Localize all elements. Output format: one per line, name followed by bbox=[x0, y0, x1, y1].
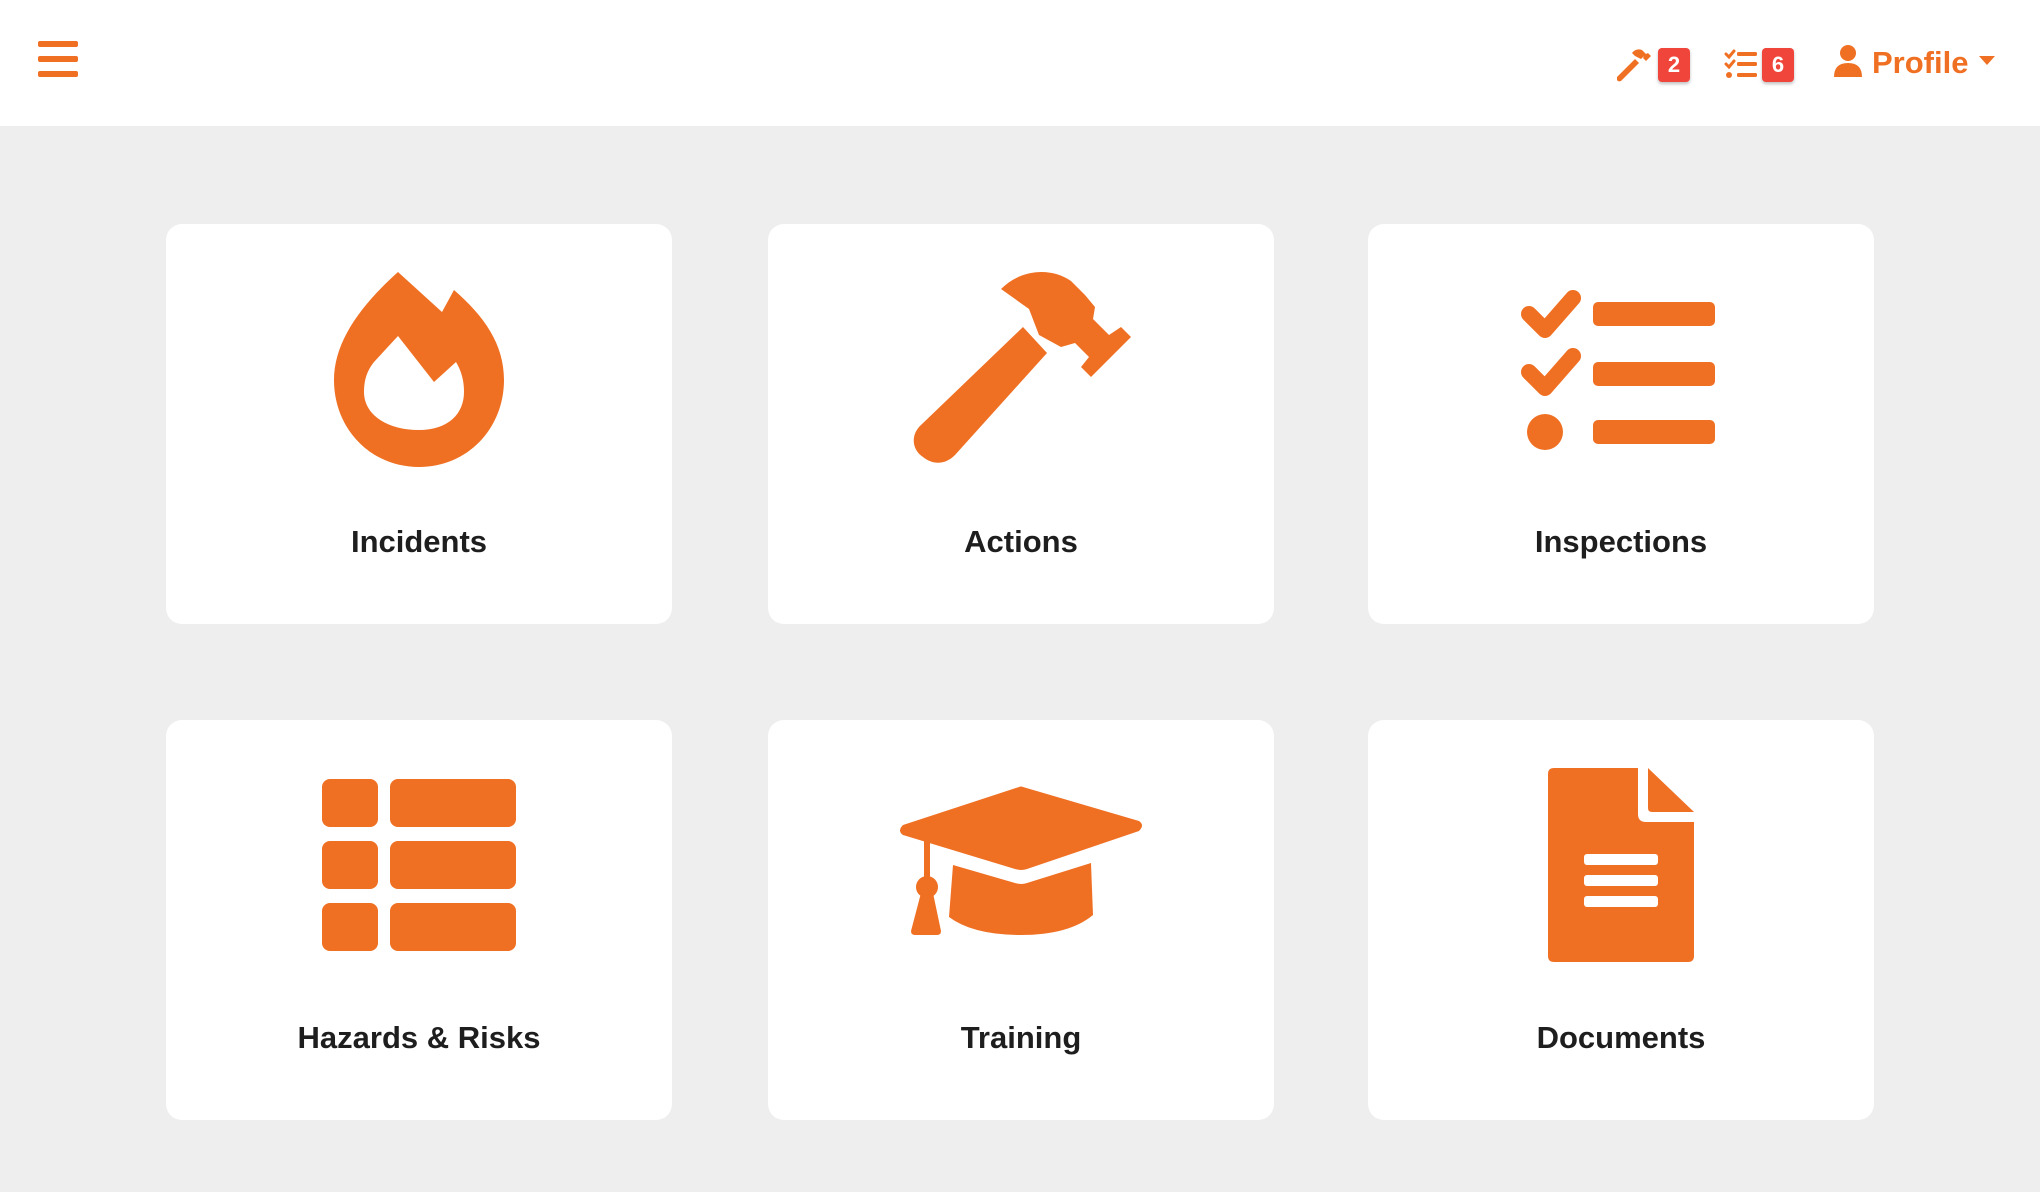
tile-inspections[interactable]: Inspections bbox=[1368, 224, 1874, 624]
tile-hazards-risks[interactable]: Hazards & Risks bbox=[166, 720, 672, 1120]
tile-label: Training bbox=[960, 1020, 1082, 1055]
tile-incidents[interactable]: Incidents bbox=[166, 224, 672, 624]
tile-label: Incidents bbox=[350, 524, 488, 559]
top-navbar: 2 6 Profile bbox=[0, 0, 2040, 126]
hammer-icon bbox=[913, 271, 1131, 463]
actions-count-badge: 2 bbox=[1658, 48, 1690, 82]
tile-documents[interactable]: Documents bbox=[1368, 720, 1874, 1120]
tile-icon-wrap bbox=[1368, 264, 1874, 474]
tile-icon-wrap bbox=[166, 264, 672, 474]
tile-label: Hazards & Risks bbox=[297, 1020, 541, 1055]
tile-icon-wrap bbox=[166, 760, 672, 970]
inspections-notification[interactable]: 6 bbox=[1724, 44, 1804, 88]
graduation-cap-icon bbox=[900, 786, 1142, 935]
hammer-icon bbox=[1617, 49, 1651, 82]
caret-down-icon bbox=[1979, 56, 1995, 65]
tile-actions[interactable]: Actions bbox=[768, 224, 1274, 624]
user-icon bbox=[1834, 45, 1862, 77]
profile-dropdown[interactable]: Profile bbox=[1826, 40, 2006, 86]
tile-label: Documents bbox=[1536, 1020, 1706, 1055]
tile-icon-wrap bbox=[768, 264, 1274, 474]
tile-label: Actions bbox=[964, 524, 1078, 559]
fire-icon bbox=[334, 271, 504, 467]
profile-label: Profile bbox=[1872, 45, 1969, 80]
tile-label: Inspections bbox=[1534, 524, 1708, 559]
inspections-count-badge: 6 bbox=[1762, 48, 1794, 82]
checklist-icon bbox=[1521, 290, 1715, 450]
checklist-icon bbox=[1724, 49, 1757, 78]
tile-training[interactable]: Training bbox=[768, 720, 1274, 1120]
tile-icon-wrap bbox=[768, 760, 1274, 970]
document-icon bbox=[1548, 768, 1694, 962]
tile-icon-wrap bbox=[1368, 760, 1874, 970]
actions-notification[interactable]: 2 bbox=[1614, 44, 1694, 88]
hamburger-menu-icon[interactable] bbox=[36, 38, 82, 80]
table-list-icon bbox=[322, 779, 516, 951]
